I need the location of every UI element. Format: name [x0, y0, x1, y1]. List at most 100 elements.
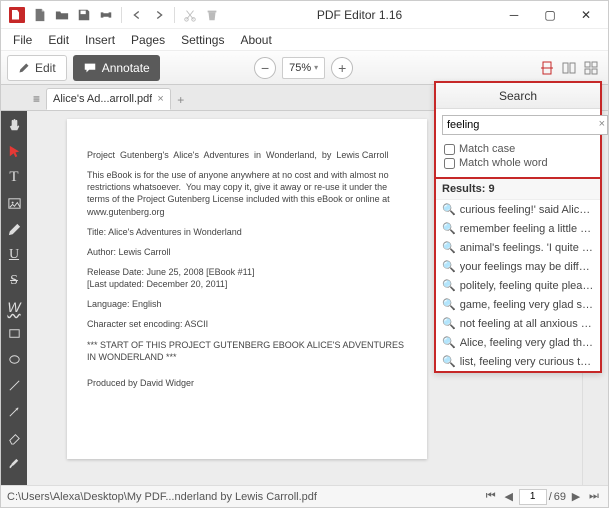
doc-line: Produced by David Widger — [87, 377, 407, 389]
zoom-out-button[interactable]: − — [254, 57, 276, 79]
doc-line: *** START OF THIS PROJECT GUTENBERG EBOO… — [87, 339, 407, 363]
menu-settings[interactable]: Settings — [173, 31, 232, 49]
new-file-icon[interactable] — [29, 4, 51, 26]
result-icon: 🔍 — [442, 298, 456, 311]
left-toolbar: T U S W — [1, 111, 27, 485]
arrow-tool-icon[interactable] — [4, 401, 24, 421]
hand-tool-icon[interactable] — [4, 115, 24, 135]
minimize-button[interactable]: ─ — [496, 1, 532, 29]
image-tool-icon[interactable] — [4, 193, 24, 213]
app-icon — [9, 7, 25, 23]
page-sep: / — [549, 491, 552, 503]
view-toggles — [536, 57, 602, 79]
search-result-item[interactable]: 🔍animal's feelings. 'I quite forgo... — [436, 238, 600, 257]
page-number-input[interactable] — [519, 489, 547, 505]
prev-page-button[interactable]: ◀ — [501, 489, 517, 505]
separator — [121, 7, 122, 23]
select-tool-icon[interactable] — [4, 141, 24, 161]
menu-about[interactable]: About — [232, 31, 279, 49]
result-icon: 🔍 — [442, 203, 456, 216]
zoom-value[interactable]: 75%▾ — [282, 57, 325, 79]
status-bar: C:\Users\Alexa\Desktop\My PDF...nderland… — [1, 485, 608, 507]
save-icon[interactable] — [73, 4, 95, 26]
search-input[interactable] — [442, 115, 608, 135]
menu-pages[interactable]: Pages — [123, 31, 173, 49]
rectangle-tool-icon[interactable] — [4, 323, 24, 343]
search-result-item[interactable]: 🔍game, feeling very glad she ha... — [436, 295, 600, 314]
search-result-item[interactable]: 🔍politely, feeling quite pleased t... — [436, 276, 600, 295]
strikeout-tool-icon[interactable]: S — [4, 271, 24, 291]
tab-close-icon[interactable]: × — [157, 93, 163, 105]
line-tool-icon[interactable] — [4, 375, 24, 395]
comment-icon — [83, 61, 97, 75]
redo-icon[interactable] — [148, 4, 170, 26]
grid-view-icon[interactable] — [580, 57, 602, 79]
open-icon[interactable] — [51, 4, 73, 26]
search-result-item[interactable]: 🔍your feelings may be different,... — [436, 257, 600, 276]
result-icon: 🔍 — [442, 355, 456, 368]
page-total: 69 — [554, 491, 566, 503]
annotate-mode-button[interactable]: Annotate — [73, 55, 160, 81]
search-panel-title: Search — [436, 83, 600, 109]
search-result-item[interactable]: 🔍remember feeling a little differ... — [436, 219, 600, 238]
search-panel: Search × Match case Match whole word Res… — [434, 81, 602, 373]
tab-add-button[interactable]: + — [171, 90, 191, 110]
undo-icon[interactable] — [126, 4, 148, 26]
search-result-item[interactable]: 🔍curious feeling!' said Alice; 'I m... — [436, 200, 600, 219]
tab-menu-icon[interactable]: ≡ — [33, 92, 40, 106]
doc-line: Title: Alice's Adventures in Wonderland — [87, 226, 407, 238]
single-page-icon[interactable] — [536, 57, 558, 79]
result-icon: 🔍 — [442, 241, 456, 254]
result-icon: 🔍 — [442, 260, 456, 273]
window-title: PDF Editor 1.16 — [223, 8, 496, 22]
doc-line: Release Date: June 25, 2008 [EBook #11] … — [87, 266, 407, 290]
result-icon: 🔍 — [442, 336, 456, 349]
delete-icon[interactable] — [201, 4, 223, 26]
menu-edit[interactable]: Edit — [40, 31, 77, 49]
doc-line: Character set encoding: ASCII — [87, 318, 407, 330]
maximize-button[interactable]: ▢ — [532, 1, 568, 29]
match-whole-word-checkbox[interactable]: Match whole word — [444, 157, 592, 169]
document-page: Project Gutenberg's Alice's Adventures i… — [67, 119, 427, 459]
document-tab[interactable]: Alice's Ad...arroll.pdf × — [46, 88, 171, 110]
wavy-tool-icon[interactable]: W — [4, 297, 24, 317]
doc-line: Author: Lewis Carroll — [87, 246, 407, 258]
doc-line: Language: English — [87, 298, 407, 310]
file-path: C:\Users\Alexa\Desktop\My PDF...nderland… — [7, 491, 483, 503]
last-page-button[interactable]: ⏭ — [586, 489, 602, 505]
search-results-header: Results: 9 — [436, 179, 600, 200]
next-page-button[interactable]: ▶ — [568, 489, 584, 505]
search-result-item[interactable]: 🔍not feeling at all anxious to ha... — [436, 314, 600, 333]
first-page-button[interactable]: ⏮ — [483, 489, 499, 505]
print-icon[interactable] — [95, 4, 117, 26]
annotate-label: Annotate — [102, 61, 150, 75]
clear-search-icon[interactable]: × — [599, 118, 605, 130]
pager: ⏮ ◀ / 69 ▶ ⏭ — [483, 489, 602, 505]
match-case-checkbox[interactable]: Match case — [444, 143, 592, 155]
zoom-in-button[interactable]: + — [331, 57, 353, 79]
doc-line: This eBook is for the use of anyone anyw… — [87, 169, 407, 218]
menu-file[interactable]: File — [5, 31, 40, 49]
text-tool-icon[interactable]: T — [4, 167, 24, 187]
ellipse-tool-icon[interactable] — [4, 349, 24, 369]
close-button[interactable]: ✕ — [568, 1, 604, 29]
tab-label: Alice's Ad...arroll.pdf — [53, 93, 152, 105]
edit-mode-button[interactable]: Edit — [7, 55, 67, 81]
eraser-tool-icon[interactable] — [4, 427, 24, 447]
cut-icon[interactable] — [179, 4, 201, 26]
result-icon: 🔍 — [442, 222, 456, 235]
separator — [174, 7, 175, 23]
search-result-item[interactable]: 🔍list, feeling very curious to see ... — [436, 352, 600, 371]
search-result-item[interactable]: 🔍Alice, feeling very glad that it ... — [436, 333, 600, 352]
pencil-tool-icon[interactable] — [4, 219, 24, 239]
menu-bar: File Edit Insert Pages Settings About — [1, 29, 608, 51]
mode-bar: Edit Annotate − 75%▾ + — [1, 51, 608, 85]
menu-insert[interactable]: Insert — [77, 31, 123, 49]
zoom-controls: − 75%▾ + — [254, 57, 353, 79]
title-bar: PDF Editor 1.16 ─ ▢ ✕ — [1, 1, 608, 29]
underline-tool-icon[interactable]: U — [4, 245, 24, 265]
search-results-list: 🔍curious feeling!' said Alice; 'I m... 🔍… — [436, 200, 600, 371]
brush-tool-icon[interactable] — [4, 453, 24, 473]
result-icon: 🔍 — [442, 317, 456, 330]
two-page-icon[interactable] — [558, 57, 580, 79]
